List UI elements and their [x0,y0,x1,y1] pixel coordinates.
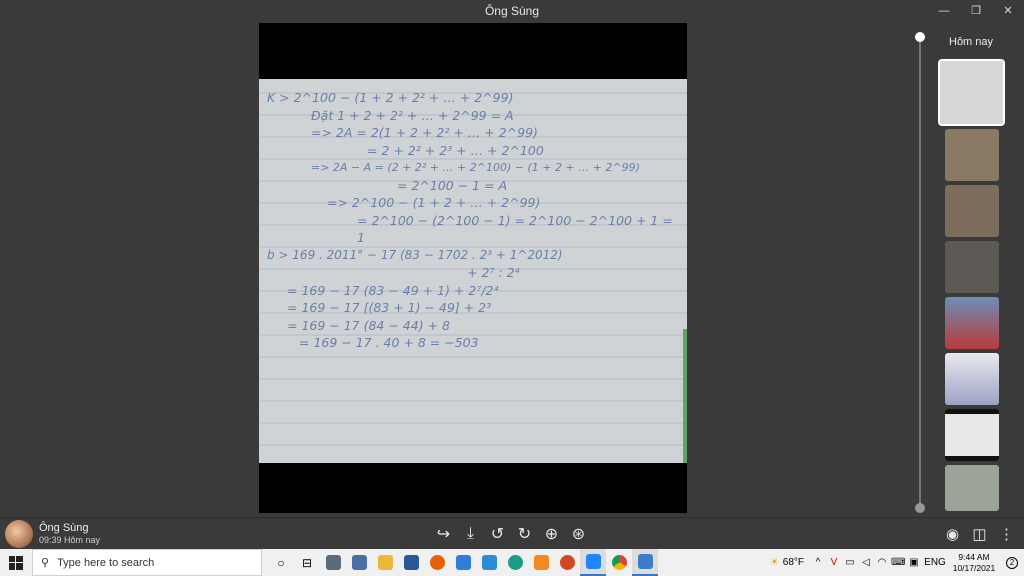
windows-taskbar: ⚲ Type here to search ○ ⊟ ☀ 68°F ^ V ▭ ◁… [0,549,1024,576]
weather-temp: 68°F [782,557,804,568]
note-line: = 169 − 17 (84 − 44) + 8 [287,317,450,333]
rotate-right-icon[interactable]: ↻ [515,524,534,543]
taskbar-search[interactable]: ⚲ Type here to search [32,549,262,576]
zoom-fit-icon[interactable]: ⊛ [569,524,588,543]
note-line: = 169 − 17 . 40 + 8 = −503 [299,335,479,350]
sender-info: Ông Sùng 09:39 Hôm nay [5,520,100,548]
note-line: Đặt 1 + 2 + 2² + … + 2^99 = A [311,107,514,123]
windows-start-icon[interactable] [0,549,32,576]
note-line: = 169 − 17 [(83 + 1) − 49] + 2³ [287,300,492,315]
maximize-button[interactable]: ❐ [960,0,992,21]
viewer-toolbar: Ông Sùng 09:39 Hôm nay ↪ ⤓ ↺ ↻ ⊕ ⊛ ◉ ◫ ⋮ [0,517,1024,549]
camera-icon[interactable] [346,549,372,576]
mail-icon[interactable] [450,549,476,576]
note-line: => 2^100 − (1 + 2 + … + 2^99) [327,195,541,210]
weather-icon: ☀ [769,557,779,568]
clock-time: 9:44 AM [958,551,990,562]
note-line: = 2^100 − (2^100 − 1) = 2^100 − 2^100 + … [357,212,673,246]
notification-count: 2 [1006,556,1018,569]
thumbnail[interactable] [945,185,999,237]
wifi-icon[interactable]: ◠ [875,557,889,568]
clock[interactable]: 9:44 AM 10/17/2021 [948,552,1000,574]
input-icon[interactable]: ▣ [907,557,921,568]
rotate-left-icon[interactable]: ↺ [488,524,507,543]
note-line: = 2 + 2² + 2³ + … + 2^100 [367,142,544,158]
battery-icon[interactable]: ▭ [843,557,857,568]
antivirus-icon[interactable]: V [827,557,841,568]
app-icon[interactable] [476,549,502,576]
image-viewer: K > 2^100 − (1 + 2 + 2² + … + 2^99) Đặt … [0,21,905,517]
edge-icon[interactable] [502,549,528,576]
thumbnail[interactable] [945,129,999,181]
title-bar: Ông Sùng — ❐ ✕ [0,0,1024,21]
timeline-track[interactable] [919,36,921,509]
media-sidebar: Hôm nay [905,21,1024,517]
more-icon[interactable]: ⋮ [997,524,1016,543]
widgets-icon[interactable]: ⊟ [294,549,320,576]
chrome-icon[interactable] [606,549,632,576]
thumbnail-list [938,59,1005,515]
thumbnail[interactable] [945,297,999,349]
task-view-icon[interactable]: ○ [268,549,294,576]
firefox-icon[interactable] [424,549,450,576]
date-label: Hôm nay [949,36,994,48]
file-explorer-icon[interactable] [372,549,398,576]
layout-icon[interactable]: ◫ [970,524,989,543]
notification-icon[interactable]: 2 [1000,556,1024,569]
window-title: Ông Sùng [484,3,540,18]
avatar [5,520,33,548]
note-line: b > 169 . 2011° − 17 (83 − 1702 . 2³ + 1… [267,247,563,262]
zalo-icon[interactable] [580,549,606,576]
chevron-up-icon[interactable]: ^ [811,557,825,568]
keyboard-icon[interactable]: ⌨ [891,557,905,568]
volume-icon[interactable]: ◁ [859,557,873,568]
note-line: => 2A = 2(1 + 2 + 2² + … + 2^99) [311,125,538,140]
photo[interactable]: K > 2^100 − (1 + 2 + 2² + … + 2^99) Đặt … [259,23,687,513]
search-icon: ⚲ [41,557,50,569]
sender-time: 09:39 Hôm nay [39,535,101,545]
timeline-knob-bottom[interactable] [915,503,925,513]
app-orange-icon[interactable] [528,549,554,576]
clock-date: 10/17/2021 [952,562,996,573]
thumbnail[interactable] [945,353,999,405]
calculator-icon[interactable] [320,549,346,576]
powerpoint-icon[interactable] [554,549,580,576]
weather-widget[interactable]: ☀ 68°F [770,557,804,568]
thumbs-up-icon[interactable]: ◉ [943,524,962,543]
sender-name: Ông Sùng [39,522,89,534]
note-line: = 169 − 17 (83 − 49 + 1) + 2⁷/2⁴ [287,282,499,298]
note-line: K > 2^100 − (1 + 2 + 2² + … + 2^99) [267,90,514,105]
thumbnail[interactable] [945,241,999,293]
share-arrow-icon[interactable]: ↪ [434,524,453,543]
download-icon[interactable]: ⤓ [461,524,480,543]
close-button[interactable]: ✕ [992,0,1024,21]
minimize-button[interactable]: — [928,0,960,21]
search-placeholder: Type here to search [57,556,155,569]
notebook-page: K > 2^100 − (1 + 2 + 2² + … + 2^99) Đặt … [259,79,687,463]
thumbnail[interactable] [945,409,999,461]
thumbnail-selected[interactable] [938,59,1005,126]
thumbnail[interactable] [945,465,999,511]
timeline-knob-top[interactable] [915,32,925,42]
system-tray: ☀ 68°F ^ V ▭ ◁ ◠ ⌨ ▣ ENG 9:44 AM 10/17/2… [770,549,1024,576]
word-icon[interactable] [398,549,424,576]
note-line: = 2^100 − 1 = A [397,177,508,193]
zoom-in-icon[interactable]: ⊕ [542,524,561,543]
photos-icon[interactable] [632,549,658,576]
note-line: => 2A − A = (2 + 2² + … + 2^100) − (1 + … [311,161,640,174]
note-line: + 2⁷ : 2⁴ [467,265,520,280]
language-label[interactable]: ENG [923,557,947,568]
